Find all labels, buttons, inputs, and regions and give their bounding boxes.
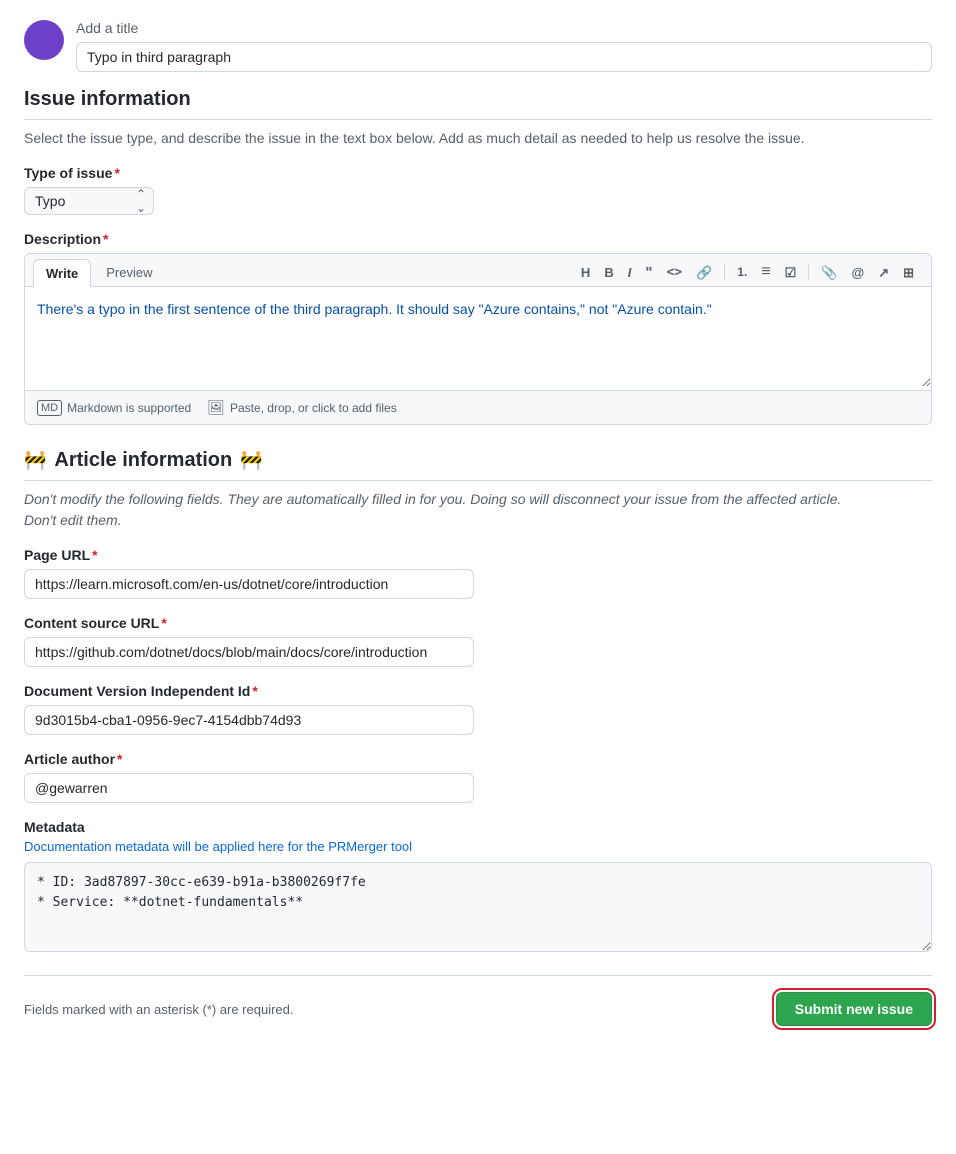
- doc-version-id-star: *: [252, 683, 257, 699]
- metadata-hint: Documentation metadata will be applied h…: [24, 839, 932, 854]
- content-source-url-field: Content source URL*: [24, 615, 932, 667]
- article-info-header: 🚧 Article information 🚧: [24, 449, 932, 481]
- avatar: [24, 20, 64, 60]
- description-label: Description*: [24, 231, 932, 247]
- toolbar-quote-btn[interactable]: ": [640, 261, 657, 284]
- page-url-label: Page URL*: [24, 547, 932, 563]
- markdown-editor: Write Preview H B I " <> 🔗 1. ≡ ☑ 📎 @: [24, 253, 932, 425]
- footer-bar: Fields marked with an asterisk (*) are r…: [24, 975, 932, 1026]
- markdown-label: Markdown is supported: [67, 401, 191, 415]
- warning-italic: Don't modify the following fields: [24, 491, 220, 507]
- tab-preview[interactable]: Preview: [93, 258, 165, 286]
- footer-note: Fields marked with an asterisk (*) are r…: [24, 1002, 294, 1017]
- editor-tabs-row: Write Preview H B I " <> 🔗 1. ≡ ☑ 📎 @: [25, 254, 931, 287]
- title-input[interactable]: [76, 42, 932, 72]
- warning-icon-right: 🚧: [240, 450, 262, 471]
- toolbar-slash-btn[interactable]: ⊞: [898, 262, 919, 283]
- type-of-issue-field: Type of issue* Typo Bug Enhancement Ques…: [24, 165, 932, 215]
- warning-line2: Don't edit them.: [24, 512, 122, 528]
- article-author-field: Article author*: [24, 751, 932, 803]
- type-of-issue-wrapper: Typo Bug Enhancement Question Other ⌃⌄: [24, 187, 154, 215]
- page-url-input[interactable]: [24, 569, 474, 599]
- attach-label: Paste, drop, or click to add files: [230, 401, 397, 415]
- toolbar-heading-btn[interactable]: H: [576, 262, 595, 283]
- type-of-issue-select[interactable]: Typo Bug Enhancement Question Other: [24, 187, 154, 215]
- article-author-star: *: [117, 751, 122, 767]
- editor-toolbar: H B I " <> 🔗 1. ≡ ☑ 📎 @ ↗ ⊞: [576, 260, 923, 284]
- article-info-heading: Article information: [54, 449, 232, 472]
- required-star: *: [114, 165, 119, 181]
- warning-icon-left: 🚧: [24, 450, 46, 471]
- article-author-label: Article author*: [24, 751, 932, 767]
- page-url-field: Page URL*: [24, 547, 932, 599]
- issue-information-section: Issue information Select the issue type,…: [24, 88, 932, 425]
- doc-version-id-input[interactable]: [24, 705, 474, 735]
- markdown-icon: MD: [37, 400, 62, 416]
- toolbar-code-btn[interactable]: <>: [661, 262, 687, 283]
- article-author-input[interactable]: [24, 773, 474, 803]
- description-required-star: *: [103, 231, 108, 247]
- doc-version-id-label: Document Version Independent Id*: [24, 683, 932, 699]
- image-icon: 🖼: [207, 399, 225, 416]
- toolbar-crossref-btn[interactable]: ↗: [873, 262, 894, 283]
- toolbar-attach-btn[interactable]: 📎: [816, 262, 842, 283]
- toolbar-task-list-btn[interactable]: ☑: [780, 262, 802, 283]
- content-source-url-input[interactable]: [24, 637, 474, 667]
- tab-write[interactable]: Write: [33, 259, 91, 287]
- toolbar-mention-btn[interactable]: @: [847, 262, 870, 283]
- editor-footer: MD Markdown is supported 🖼 Paste, drop, …: [25, 390, 931, 424]
- issue-info-description: Select the issue type, and describe the …: [24, 128, 932, 149]
- content-source-url-star: *: [161, 615, 166, 631]
- doc-version-id-field: Document Version Independent Id*: [24, 683, 932, 735]
- metadata-field: Metadata Documentation metadata will be …: [24, 819, 932, 955]
- submit-new-issue-button[interactable]: Submit new issue: [776, 992, 932, 1026]
- description-field: Description* Write Preview H B I " <> 🔗 …: [24, 231, 932, 425]
- toolbar-link-btn[interactable]: 🔗: [691, 262, 717, 283]
- article-information-section: 🚧 Article information 🚧 Don't modify the…: [24, 449, 932, 955]
- description-textarea[interactable]: There's a typo in the first sentence of …: [25, 287, 931, 387]
- attach-item[interactable]: 🖼 Paste, drop, or click to add files: [207, 399, 397, 416]
- issue-info-heading: Issue information: [24, 88, 932, 120]
- toolbar-divider-1: [724, 264, 725, 280]
- content-source-url-label: Content source URL*: [24, 615, 932, 631]
- article-warning-text: Don't modify the following fields. They …: [24, 489, 932, 531]
- toolbar-unordered-list-btn[interactable]: ≡: [756, 260, 775, 284]
- toolbar-italic-btn[interactable]: I: [623, 262, 637, 283]
- metadata-textarea[interactable]: * ID: 3ad87897-30cc-e639-b91a-b3800269f7…: [24, 862, 932, 952]
- toolbar-ordered-list-btn[interactable]: 1.: [732, 262, 752, 282]
- type-of-issue-label: Type of issue*: [24, 165, 932, 181]
- metadata-label: Metadata: [24, 819, 932, 835]
- page-url-star: *: [92, 547, 97, 563]
- toolbar-bold-btn[interactable]: B: [599, 262, 618, 283]
- title-section: Add a title: [76, 20, 932, 72]
- toolbar-divider-2: [808, 264, 809, 280]
- markdown-support-item: MD Markdown is supported: [37, 400, 191, 416]
- title-label: Add a title: [76, 20, 932, 36]
